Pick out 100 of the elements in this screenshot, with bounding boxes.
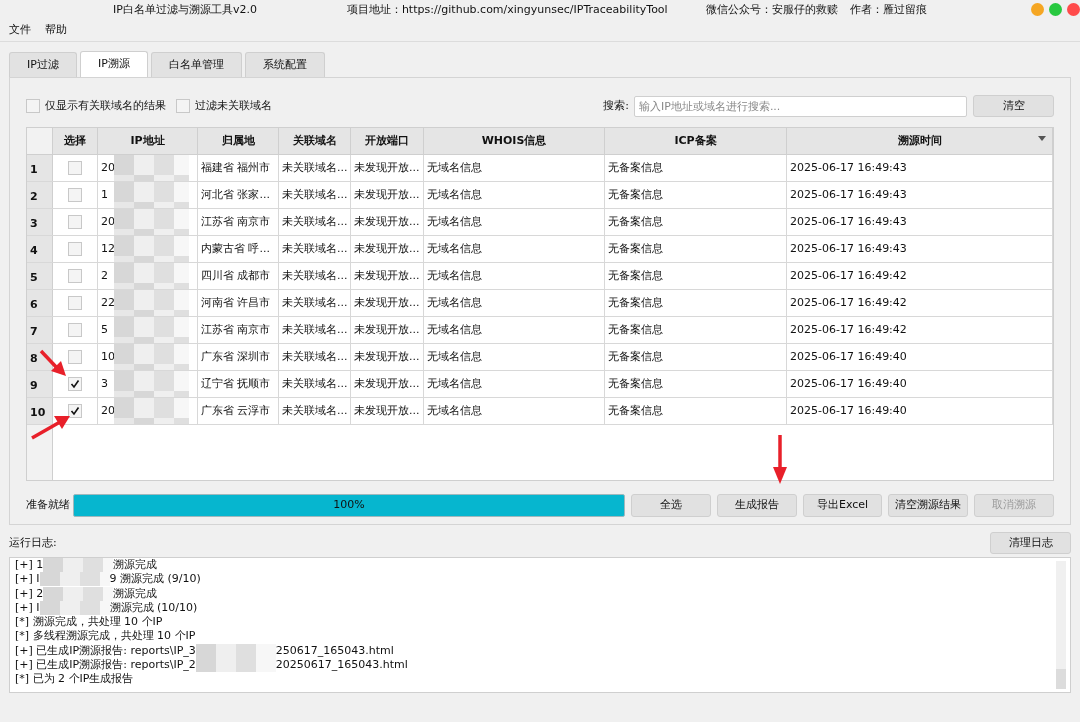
log-line: [+] 2 xyxy=(15,586,44,601)
table-cell: 2025-06-17 16:49:40 xyxy=(787,398,1053,424)
table-cell: 无备案信息 xyxy=(605,290,787,316)
column-header[interactable]: WHOIS信息 xyxy=(424,128,605,154)
log-line: [*] 已为 2 个IP生成报告 xyxy=(15,672,134,687)
table-cell-text: 3 xyxy=(101,375,109,392)
checkbox[interactable] xyxy=(68,377,82,391)
checkbox[interactable] xyxy=(68,242,82,256)
table-cell: 2025-06-17 16:49:40 xyxy=(787,344,1053,370)
checkbox[interactable] xyxy=(68,215,82,229)
column-header[interactable]: 溯源时间 xyxy=(787,128,1053,154)
table-cell: 江苏省 南京市 xyxy=(198,317,279,343)
log-line: [+] I xyxy=(15,600,40,616)
table-cell: 2025-06-17 16:49:42 xyxy=(787,290,1053,316)
checkbox[interactable] xyxy=(68,269,82,283)
table-cell: 河南省 许昌市 xyxy=(198,290,279,316)
tab[interactable]: 白名单管理 xyxy=(150,52,242,77)
table-cell: 未关联域名... xyxy=(279,182,351,208)
table-cell: 未关联域名... xyxy=(279,344,351,370)
table-cell: 无备案信息 xyxy=(605,317,787,343)
clear-log-button[interactable]: 清理日志 xyxy=(990,532,1071,554)
log-line: 溯源完成 xyxy=(113,558,158,573)
table-cell: 未发现开放... xyxy=(351,236,424,262)
close-button[interactable] xyxy=(1067,3,1080,16)
log-label: 运行日志: xyxy=(9,534,57,551)
checkmark-icon xyxy=(70,406,80,416)
column-header[interactable]: 开放端口 xyxy=(351,128,424,154)
table-cell: 未发现开放... xyxy=(351,155,424,181)
log-line: 9 溯源完成 (9/10) xyxy=(109,572,201,587)
log-line: [+] I xyxy=(15,572,40,587)
table-cell-text: 20 xyxy=(101,402,114,419)
wechat-label: 微信公众号：安服仔的救赎 xyxy=(705,1,838,18)
checkbox[interactable] xyxy=(68,323,82,337)
redaction-mosaic xyxy=(39,601,110,616)
checkbox[interactable] xyxy=(68,296,82,310)
menu-item[interactable]: 帮助 xyxy=(45,22,67,39)
checkbox[interactable] xyxy=(68,404,82,418)
sort-icon xyxy=(1038,136,1046,141)
table-cell: 未发现开放... xyxy=(351,182,424,208)
row-number: 10 xyxy=(27,398,53,424)
table-cell-text: 12 xyxy=(101,240,114,257)
table-cell: 无备案信息 xyxy=(605,182,787,208)
table-cell: 广东省 深圳市 xyxy=(198,344,279,370)
table-cell: 无域名信息 xyxy=(424,317,605,343)
window-title: IP白名单过滤与溯源工具v2.0 xyxy=(113,1,257,18)
row-number: 4 xyxy=(27,236,53,262)
table-cell: 福建省 福州市 xyxy=(198,155,279,181)
table-cell: 无域名信息 xyxy=(424,344,605,370)
checkbox[interactable] xyxy=(68,161,82,175)
table-cell-text: 20 xyxy=(101,159,114,176)
checkbox[interactable] xyxy=(176,99,190,113)
table-cell: 无域名信息 xyxy=(424,209,605,235)
tab[interactable]: IP过滤 xyxy=(9,52,77,77)
action-button[interactable]: 导出Excel xyxy=(802,494,883,517)
column-header[interactable]: ICP备案 xyxy=(605,128,787,154)
column-header[interactable]: 归属地 xyxy=(198,128,279,154)
action-button[interactable]: 全选 xyxy=(631,494,711,517)
corner-header[interactable] xyxy=(27,128,53,154)
table-cell: 2025-06-17 16:49:42 xyxy=(787,317,1053,343)
row-number: 8 xyxy=(27,344,53,370)
table-cell: 未发现开放... xyxy=(351,317,424,343)
action-button[interactable]: 清空溯源结果 xyxy=(888,494,969,517)
table-cell: 未关联域名... xyxy=(279,155,351,181)
filter-label: 过滤未关联域名 xyxy=(195,97,272,114)
column-header[interactable]: 选择 xyxy=(53,128,98,154)
checkbox[interactable] xyxy=(26,99,40,113)
minimize-button[interactable] xyxy=(1031,3,1044,16)
table-cell: 2025-06-17 16:49:40 xyxy=(787,371,1053,397)
clear-search-button[interactable]: 清空 xyxy=(973,95,1054,117)
checkbox[interactable] xyxy=(68,188,82,202)
log-line: [+] 已生成IP溯源报告: reports\IP_3 xyxy=(15,643,196,659)
status-label: 准备就绪 xyxy=(26,497,68,514)
table-cell: 2025-06-17 16:49:43 xyxy=(787,209,1053,235)
column-header[interactable]: 关联域名 xyxy=(279,128,351,154)
maximize-button[interactable] xyxy=(1049,3,1062,16)
table-cell: 四川省 成都市 xyxy=(198,263,279,289)
table-cell: 未发现开放... xyxy=(351,263,424,289)
search-field[interactable]: 输入IP地址或域名进行搜索... xyxy=(634,95,967,117)
log-line: [*] 溯源完成，共处理 10 个IP xyxy=(15,615,163,630)
table-cell: 未发现开放... xyxy=(351,290,424,316)
tab[interactable]: IP溯源 xyxy=(79,51,148,77)
menu-item[interactable]: 文件 xyxy=(9,22,31,39)
project-url: 项目地址：https://github.com/xingyunsec/IPTraceabilityTool xyxy=(346,1,668,18)
checkbox[interactable] xyxy=(68,350,82,364)
table-cell: 未关联域名... xyxy=(279,263,351,289)
table-cell: 内蒙古省 呼... xyxy=(198,236,279,262)
tab[interactable]: 系统配置 xyxy=(244,52,325,77)
table-cell-text: 20 xyxy=(101,213,114,230)
progress-reading: 100% xyxy=(332,497,366,514)
table-cell: 无域名信息 xyxy=(424,290,605,316)
table-cell: 2025-06-17 16:49:42 xyxy=(787,263,1053,289)
action-button[interactable]: 生成报告 xyxy=(716,494,797,517)
column-header[interactable]: IP地址 xyxy=(98,128,198,154)
table-cell: 无域名信息 xyxy=(424,263,605,289)
table-cell: 无域名信息 xyxy=(424,155,605,181)
table-cell: 未关联域名... xyxy=(279,317,351,343)
table-cell: 未发现开放... xyxy=(351,398,424,424)
filter-label: 仅显示有关联域名的结果 xyxy=(45,97,166,114)
table-cell: 未关联域名... xyxy=(279,398,351,424)
table-cell: 未发现开放... xyxy=(351,344,424,370)
